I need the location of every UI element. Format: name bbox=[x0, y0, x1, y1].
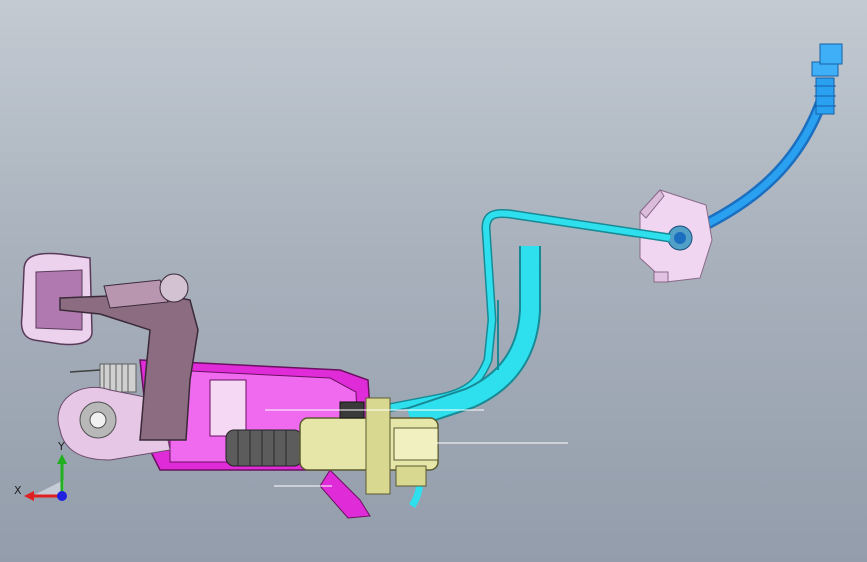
y-axis-label: Y bbox=[58, 440, 65, 453]
x-axis-label: X bbox=[14, 484, 22, 497]
triad-axes bbox=[24, 454, 67, 501]
clutch-assembly-model[interactable] bbox=[0, 0, 867, 562]
cad-viewport[interactable]: X Y bbox=[0, 0, 867, 562]
coordinate-triad: X Y bbox=[12, 440, 82, 510]
flex-hose[interactable] bbox=[687, 43, 843, 238]
master-cylinder-boot[interactable] bbox=[225, 429, 303, 467]
